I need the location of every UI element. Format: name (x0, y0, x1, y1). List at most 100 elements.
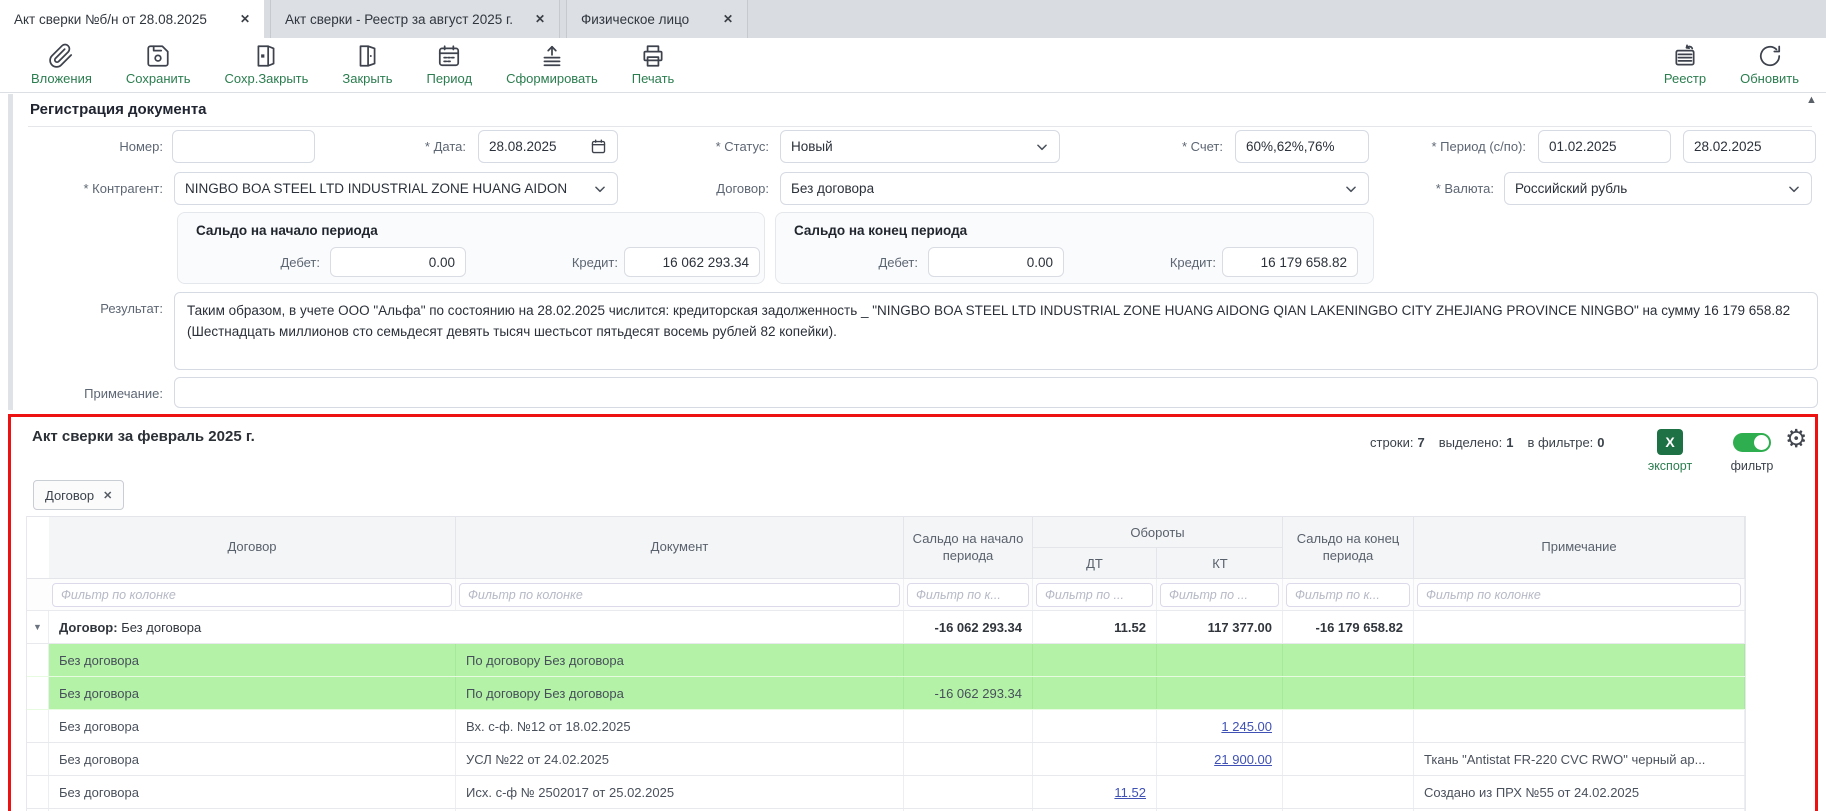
filter-contract-input[interactable] (52, 583, 452, 607)
cell-saldo-end (1283, 677, 1414, 709)
saldo-start-debit-input[interactable] (341, 255, 455, 270)
toggle-knob (1754, 435, 1769, 450)
document-amount-link[interactable]: 1 245.00 (1221, 719, 1272, 734)
filter-document-input[interactable] (459, 583, 900, 607)
table-row[interactable]: Без договора По договору Без договора (27, 644, 1745, 677)
grid-stats: строки:7 выделено:1 в фильтре:0 (1370, 435, 1605, 450)
note-input[interactable] (185, 385, 1807, 400)
cell-dt (1033, 743, 1157, 775)
rows-count: строки:7 (1370, 435, 1425, 450)
turnover-label[interactable]: Обороты (1033, 517, 1282, 548)
calendar-icon[interactable] (590, 138, 607, 155)
close-icon[interactable]: ✕ (103, 489, 112, 502)
saldo-start-credit-input[interactable] (635, 255, 749, 270)
tab-individual[interactable]: Физическое лицо ✕ (566, 0, 748, 38)
table-row[interactable]: Без договора УСЛ №22 от 24.02.2025 21 90… (27, 743, 1745, 776)
document-amount-link[interactable]: 11.52 (1114, 785, 1146, 800)
save-close-button[interactable]: Сохр.Закрыть (208, 38, 326, 86)
tab-act-reconciliation[interactable]: Акт сверки №б/н от 28.08.2025 ✕ (0, 0, 264, 38)
period-to-box (1683, 130, 1816, 163)
table-group-row[interactable]: ▼ Договор: Без договора -16 062 293.34 1… (27, 611, 1745, 644)
table-row[interactable]: Без договора По договору Без договора -1… (27, 677, 1745, 710)
saldo-end-debit-input[interactable] (939, 255, 1053, 270)
filter-row (27, 579, 1745, 611)
table-row[interactable]: Без договора Вх. с-ф. №12 от 18.02.2025 … (27, 710, 1745, 743)
column-header-note[interactable]: Примечание (1414, 517, 1745, 578)
filter-note-input[interactable] (1417, 583, 1741, 607)
print-label: Печать (632, 71, 675, 86)
number-input[interactable] (183, 139, 304, 154)
column-header-document[interactable]: Документ (456, 517, 904, 578)
close-button[interactable]: Закрыть (325, 38, 409, 86)
note-label: Примечание: (13, 377, 163, 410)
date-value: 28.08.2025 (489, 139, 557, 154)
column-header-kt[interactable]: КТ (1157, 548, 1283, 578)
filter-toggle[interactable] (1733, 433, 1771, 452)
selected-count: выделено:1 (1439, 435, 1514, 450)
column-header-saldo-start[interactable]: Сальдо на начало периода (904, 517, 1033, 578)
registry-button[interactable]: Реестр (1647, 38, 1723, 86)
currency-select[interactable]: Российский рубль (1504, 172, 1812, 205)
saldo-end-title: Сальдо на конец периода (794, 223, 967, 238)
column-header-dt[interactable]: ДТ (1033, 548, 1157, 578)
status-label: * Статус: (619, 130, 769, 163)
account-input[interactable] (1246, 139, 1358, 154)
attachments-button[interactable]: Вложения (14, 38, 109, 86)
filter-saldo-end-input[interactable] (1286, 583, 1410, 607)
calendar-icon (436, 43, 462, 69)
cell-note: Ткань "Antistat FR-220 CVC RWO" черный а… (1414, 743, 1745, 775)
tab-label: Акт сверки - Реестр за август 2025 г. (285, 12, 513, 27)
generate-button[interactable]: Сформировать (489, 38, 615, 86)
save-button[interactable]: Сохранить (109, 38, 208, 86)
document-amount-link[interactable]: 21 900.00 (1214, 752, 1272, 767)
gear-icon[interactable]: ⚙ (1785, 427, 1807, 452)
credit-label: Кредит: (518, 247, 618, 277)
credit-box (624, 247, 760, 277)
filter-kt-input[interactable] (1160, 583, 1279, 607)
filter-dt-input[interactable] (1036, 583, 1153, 607)
door-save-icon (253, 43, 279, 69)
debit-label: Дебет: (220, 247, 320, 277)
period-button[interactable]: Период (409, 38, 489, 86)
cell-saldo-start: -16 062 293.34 (904, 677, 1033, 709)
counterparty-select[interactable]: NINGBO BOA STEEL LTD INDUSTRIAL ZONE HUA… (174, 172, 618, 205)
column-header-contract[interactable]: Договор (49, 517, 456, 578)
cell-dt (1033, 710, 1157, 742)
close-label: Закрыть (342, 71, 392, 86)
close-icon[interactable]: ✕ (535, 12, 545, 26)
cell-saldo-end (1283, 776, 1414, 808)
period-to-input[interactable] (1694, 139, 1805, 154)
table-row[interactable]: Без договора Исх. с-ф № 2502017 от 25.02… (27, 776, 1745, 809)
excel-export-icon[interactable]: X (1657, 429, 1683, 455)
scroll-up-icon[interactable]: ▲ (1806, 94, 1817, 106)
door-icon (354, 43, 380, 69)
tab-act-register[interactable]: Акт сверки - Реестр за август 2025 г. ✕ (270, 0, 560, 38)
counterparty-value: NINGBO BOA STEEL LTD INDUSTRIAL ZONE HUA… (185, 181, 567, 196)
account-field-box (1235, 130, 1369, 163)
refresh-button[interactable]: Обновить (1723, 38, 1816, 86)
cell-contract: Без договора (49, 677, 456, 709)
chevron-down-icon (1035, 140, 1049, 154)
column-header-saldo-end[interactable]: Сальдо на конец периода (1283, 517, 1414, 578)
close-icon[interactable]: ✕ (723, 12, 733, 26)
collapse-triangle-icon[interactable]: ▼ (33, 622, 42, 632)
saldo-end-credit-input[interactable] (1233, 255, 1347, 270)
cell-document: УСЛ №22 от 24.02.2025 (456, 743, 904, 775)
note-field-box (174, 377, 1818, 408)
toolbar: Вложения Сохранить Сохр.Закрыть Закрыть … (0, 38, 1826, 92)
contract-select[interactable]: Без договора (780, 172, 1369, 205)
period-from-input[interactable] (1549, 139, 1660, 154)
print-button[interactable]: Печать (615, 38, 692, 86)
result-label: Результат: (13, 292, 163, 325)
group-label: Договор: Без договора (49, 611, 904, 643)
cell-document: По договору Без договора (456, 644, 904, 676)
cell-saldo-start (904, 743, 1033, 775)
refresh-icon (1757, 43, 1783, 69)
status-select[interactable]: Новый (780, 130, 1060, 163)
date-input[interactable]: 28.08.2025 (478, 130, 618, 163)
cell-document: По договору Без договора (456, 677, 904, 709)
filter-saldo-start-input[interactable] (907, 583, 1029, 607)
close-icon[interactable]: ✕ (240, 12, 250, 26)
group-chip-contract[interactable]: Договор ✕ (33, 480, 124, 510)
generate-icon (539, 43, 565, 69)
